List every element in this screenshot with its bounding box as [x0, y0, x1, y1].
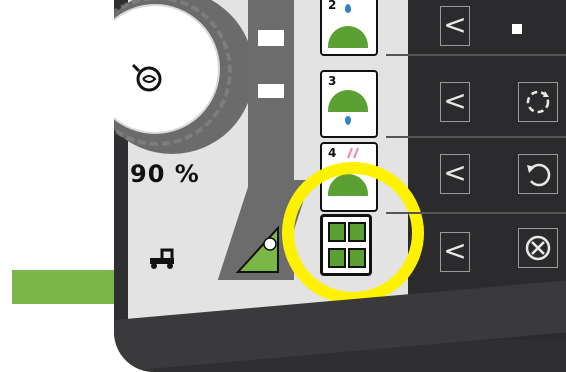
cancel-circle-icon: [525, 235, 551, 261]
chevron-left-button-4[interactable]: <: [440, 232, 470, 272]
turbine-icon: [131, 63, 162, 92]
rotate-button[interactable]: [518, 154, 558, 194]
heat-icon: [347, 147, 359, 159]
chevron-left-button-3[interactable]: <: [440, 154, 470, 194]
highlight-circle: [282, 162, 424, 304]
tractor-icon: [150, 248, 174, 269]
rotate-dashed-button[interactable]: [518, 82, 558, 122]
section-number: 4: [328, 146, 337, 160]
level-triangle-icon: [235, 225, 279, 273]
section-number: 3: [328, 74, 337, 88]
dome-icon: [328, 26, 368, 48]
row-divider: [386, 212, 566, 214]
level-bar-segment: [258, 84, 284, 98]
drop-icon: [345, 116, 351, 125]
terminal-device: 90 % 2 3 4 < < < <: [114, 0, 566, 372]
row-divider: [386, 54, 566, 56]
section-number: 2: [328, 0, 337, 12]
chevron-left-button-1[interactable]: <: [440, 6, 470, 46]
cancel-button[interactable]: [518, 228, 558, 268]
stop-icon[interactable]: [512, 24, 522, 34]
rotate-icon: [527, 163, 551, 187]
row-divider: [386, 136, 566, 138]
drop-icon: [345, 4, 351, 13]
chevron-left-button-2[interactable]: <: [440, 82, 470, 122]
level-bar-segment: [258, 30, 284, 46]
section-button-3[interactable]: 3: [320, 70, 378, 138]
gauge-percent-value: 90 %: [130, 160, 200, 188]
dome-icon: [328, 90, 368, 112]
section-button-2[interactable]: 2: [320, 0, 378, 56]
rotate-dashed-icon: [526, 90, 550, 114]
